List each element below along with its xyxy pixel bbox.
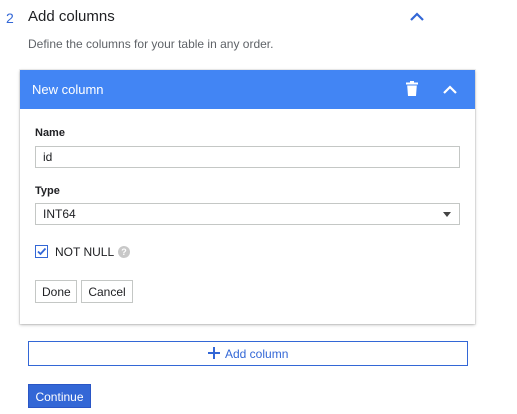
step-description: Define the columns for your table in any…: [28, 37, 274, 51]
add-column-label: Add column: [225, 347, 289, 361]
name-field[interactable]: [35, 146, 460, 168]
checkmark-icon: [37, 247, 47, 256]
done-button[interactable]: Done: [35, 280, 77, 303]
trash-icon[interactable]: [405, 80, 419, 98]
card-header[interactable]: New column: [20, 70, 475, 109]
dropdown-arrow-icon: [443, 212, 451, 217]
card-title: New column: [32, 82, 104, 97]
name-label: Name: [35, 127, 65, 139]
cancel-button[interactable]: Cancel: [81, 280, 133, 303]
continue-button[interactable]: Continue: [28, 384, 91, 408]
column-card: New column Name Type INT64 NOT NULL ? Do…: [20, 70, 475, 324]
step-title: Add columns: [28, 8, 115, 25]
type-select-value: INT64: [43, 207, 76, 221]
not-null-label: NOT NULL: [55, 245, 115, 259]
type-label: Type: [35, 185, 60, 197]
step-number: 2: [6, 10, 14, 26]
chevron-up-icon[interactable]: [440, 80, 460, 100]
add-column-button[interactable]: Add column: [28, 341, 468, 366]
chevron-up-icon[interactable]: [408, 8, 426, 26]
plus-icon: [207, 346, 221, 360]
help-icon[interactable]: ?: [118, 246, 130, 258]
not-null-checkbox[interactable]: [35, 245, 48, 258]
type-select[interactable]: INT64: [35, 203, 460, 225]
